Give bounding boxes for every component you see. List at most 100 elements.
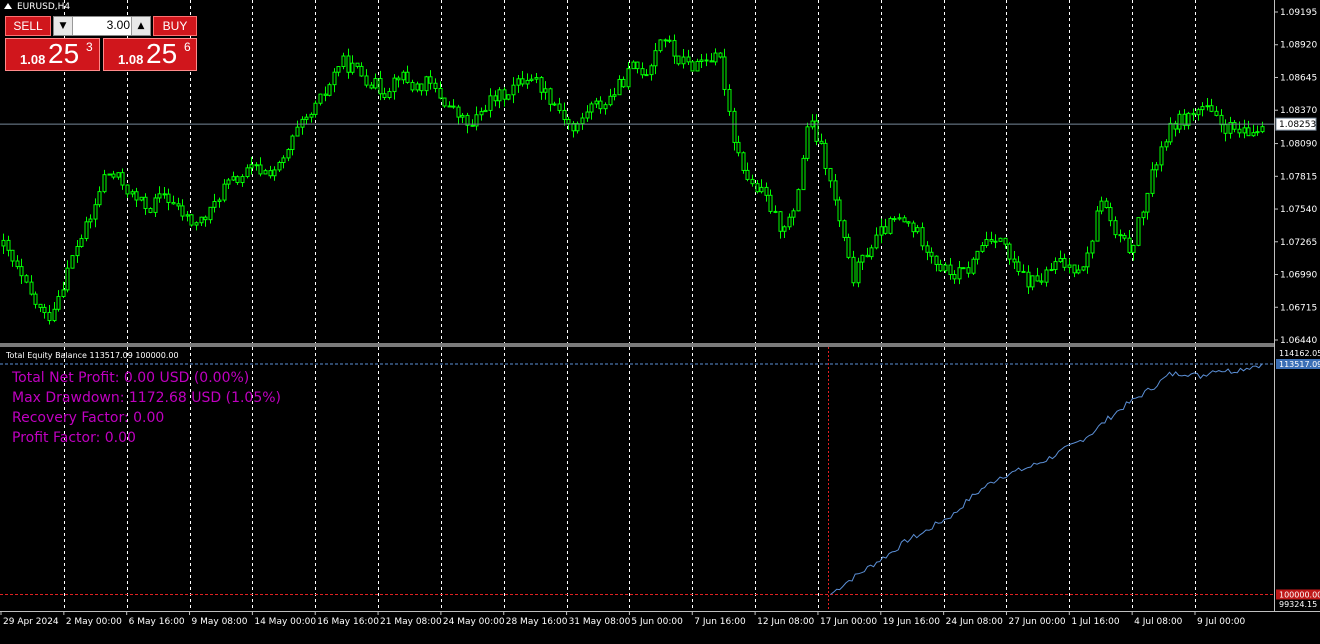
candle-body	[925, 245, 930, 253]
time-axis-label: 24 May 00:00	[443, 617, 505, 627]
time-axis-label: 6 May 16:00	[129, 617, 185, 627]
candle-body	[392, 77, 397, 93]
candle-body	[823, 142, 828, 169]
candle-body	[6, 239, 11, 251]
chart-background	[0, 0, 1320, 640]
candle-body	[97, 191, 102, 206]
chart-canvas[interactable]: 1.09195 1.08920 1.08645 1.08370 1.08090 1.078…	[0, 0, 1320, 640]
candle-body	[1003, 237, 1008, 245]
candle-body	[1081, 266, 1086, 271]
candle-body	[1053, 261, 1058, 271]
candle-body	[658, 39, 663, 52]
candle-body	[842, 220, 847, 238]
candle-body	[483, 109, 488, 113]
candle-body	[608, 95, 613, 106]
candle-body	[704, 59, 709, 62]
candle-body	[249, 164, 254, 169]
candle-body	[65, 267, 70, 291]
candle-body	[1118, 234, 1123, 237]
candle-body	[415, 83, 420, 91]
candle-body	[525, 79, 530, 85]
price-axis-label: 1.08090	[1280, 140, 1317, 150]
candle-body	[33, 293, 38, 305]
stats-line: Profit Factor: 0.00	[12, 430, 136, 446]
candle-body	[998, 237, 1003, 242]
candle-body	[217, 199, 222, 202]
candle-body	[1154, 164, 1159, 171]
candle-body	[1200, 106, 1205, 111]
candle-body	[235, 176, 240, 184]
lot-size-input[interactable]: 3.00	[74, 18, 130, 32]
candle-body	[1214, 110, 1219, 116]
candle-body	[1255, 131, 1260, 134]
candle-body	[479, 111, 484, 116]
price-axis-label: 1.06715	[1280, 303, 1317, 313]
lot-size-stepper[interactable]: ▼ 3.00 ▲	[53, 16, 151, 36]
candle-body	[185, 214, 190, 217]
candle-body	[341, 55, 346, 68]
candle-body	[888, 218, 893, 234]
candle-body	[869, 247, 874, 258]
candle-body	[1251, 132, 1256, 137]
candle-body	[796, 189, 801, 212]
candle-body	[318, 93, 323, 104]
candle-body	[819, 140, 824, 144]
price-axis-label: 1.07815	[1280, 172, 1317, 182]
candle-body	[212, 200, 217, 208]
candle-body	[313, 102, 318, 115]
candle-body	[442, 97, 447, 107]
sell-price-small: 1.08	[20, 52, 46, 67]
candle-body	[787, 216, 792, 228]
candle-body	[56, 295, 61, 310]
candle-body	[1104, 200, 1109, 209]
chevron-up-icon[interactable]: ▲	[131, 17, 150, 35]
candle-body	[470, 124, 475, 127]
candle-body	[304, 116, 309, 120]
candle-body	[295, 126, 300, 137]
candle-body	[1039, 280, 1044, 283]
candle-body	[75, 246, 80, 257]
candle-body	[516, 78, 521, 86]
candle-body	[626, 68, 631, 88]
candle-body	[653, 50, 658, 67]
candle-body	[323, 93, 328, 96]
chevron-down-icon[interactable]: ▼	[54, 17, 73, 35]
balance-label: 100000.00	[1279, 590, 1320, 599]
candle-body	[828, 167, 833, 182]
candle-body	[906, 221, 911, 224]
candle-body	[1219, 114, 1224, 126]
candle-body	[649, 65, 654, 76]
candle-body	[364, 75, 369, 86]
subwindow-axis-label: 99324.15	[1279, 600, 1317, 609]
candle-body	[920, 227, 925, 247]
sell-button[interactable]: SELL	[5, 16, 51, 36]
candle-body	[336, 66, 341, 73]
equity-label: 113517.09	[1279, 360, 1320, 369]
candle-body	[199, 216, 204, 224]
candle-body	[1108, 207, 1113, 222]
candle-body	[993, 240, 998, 243]
candle-body	[309, 113, 314, 118]
candle-body	[1030, 275, 1035, 288]
candle-body	[116, 172, 121, 178]
buy-price-box[interactable]: 1.08 25 6	[103, 38, 197, 71]
time-axis-label: 12 Jun 08:00	[757, 617, 814, 627]
candle-body	[520, 78, 525, 85]
candle-body	[1205, 105, 1210, 108]
candle-body	[957, 267, 962, 280]
candle-body	[166, 193, 171, 203]
candle-body	[290, 135, 295, 151]
time-axis-label: 7 Jun 16:00	[694, 617, 746, 627]
sell-price-box[interactable]: 1.08 25 3	[5, 38, 100, 71]
candle-body	[405, 71, 410, 83]
candle-body	[566, 118, 571, 125]
candle-body	[1159, 146, 1164, 166]
candle-body	[419, 83, 424, 92]
price-axis-label: 1.07540	[1280, 205, 1317, 215]
candle-body	[1035, 275, 1040, 282]
sell-price-big: 25	[48, 38, 80, 69]
candle-body	[971, 258, 976, 274]
subwindow-separator[interactable]	[0, 343, 1274, 347]
buy-button[interactable]: BUY	[153, 16, 197, 36]
candle-body	[764, 186, 769, 196]
